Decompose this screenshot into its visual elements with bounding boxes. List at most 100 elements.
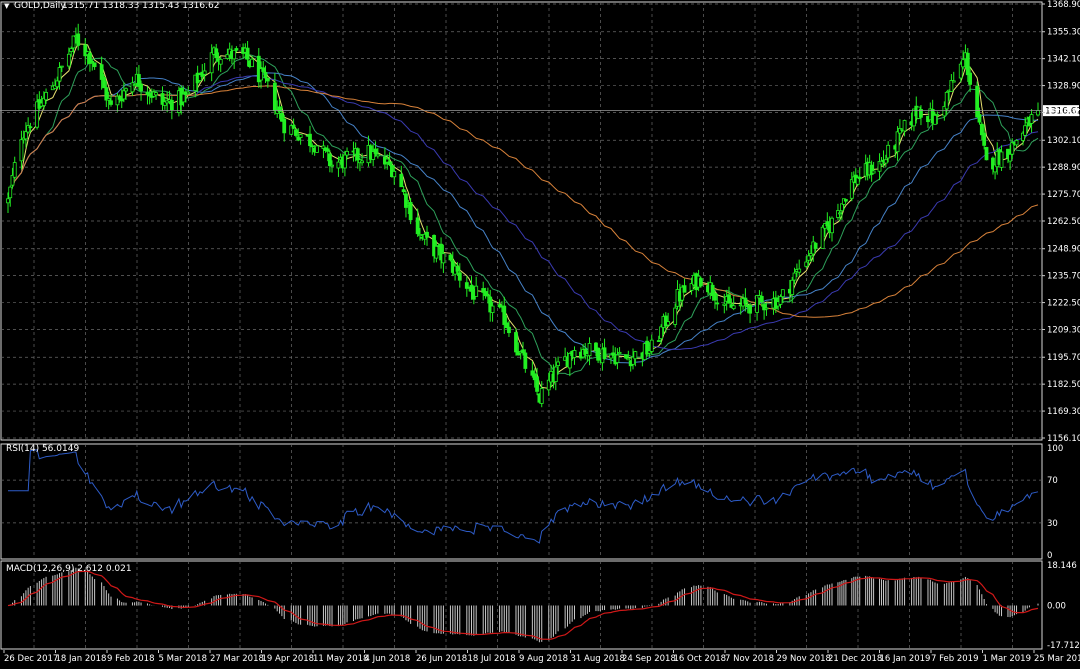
candle-body [232, 49, 237, 60]
candle-body [965, 52, 970, 76]
candle-body [325, 148, 330, 152]
candle-body [804, 261, 809, 267]
candle-body [1014, 140, 1019, 146]
price-axis-label: 1195.70 [1047, 353, 1080, 363]
time-axis-label: 27 Mar 2018 [210, 654, 264, 664]
candlesticks[interactable] [6, 23, 1040, 408]
candle-body [778, 296, 783, 305]
price-axis-label: 1368.90 [1047, 0, 1080, 10]
candle-body [263, 72, 268, 79]
candle-body [843, 199, 848, 202]
candle-body [330, 164, 334, 167]
moving-average-line [7, 75, 1039, 350]
candle-body [8, 186, 13, 199]
candle-body [830, 217, 834, 234]
chart-canvas[interactable]: 1316.62 1368.901355.301342.101328.901315… [0, 0, 1080, 665]
candle-body [838, 212, 842, 215]
rsi-title: RSI(14) 56.0149 [6, 444, 79, 454]
candle-body [265, 77, 270, 82]
candle-body [69, 48, 74, 52]
macd-title: MACD(12,26,9) 2.612 0.021 [6, 564, 132, 574]
time-axis-label: 18 Jan 2018 [56, 654, 107, 664]
candle-body [186, 91, 191, 95]
candle-body [181, 93, 186, 103]
macd-axis-label: -17.712 [1047, 641, 1080, 651]
candle-body [12, 162, 17, 178]
price-axis-label: 1156.10 [1047, 434, 1080, 444]
candle-body [132, 84, 137, 87]
candle-body [342, 154, 347, 169]
price-axis-label: 1288.90 [1047, 163, 1080, 173]
rsi-indicator [1, 449, 1042, 544]
symbol-menu-icon[interactable]: ▼ [4, 2, 10, 10]
candle-body [713, 292, 717, 301]
time-axis-label: 25 Mar 2019 [1034, 654, 1080, 664]
candle-body [587, 343, 592, 357]
candle-body [336, 161, 341, 169]
candle-body [55, 80, 60, 88]
time-axis-label: 9 Aug 2018 [519, 654, 568, 664]
moving-average-line [7, 85, 1039, 318]
candle-body [44, 92, 48, 101]
candle-body [617, 351, 622, 354]
rsi-axis-label: 30 [1047, 519, 1058, 529]
candle-body [883, 159, 888, 164]
candle-body [119, 98, 124, 102]
candle-body [1029, 114, 1034, 124]
candle-body [673, 307, 678, 325]
time-axis-label: 16 Oct 2018 [674, 654, 727, 664]
price-axis-label: 1169.30 [1047, 407, 1080, 417]
candle-body [169, 99, 174, 111]
price-axis-label: 1209.30 [1047, 326, 1080, 336]
candle-body [759, 295, 764, 303]
candle-body [209, 52, 214, 74]
candle-body [214, 48, 219, 59]
candle-body [57, 67, 62, 82]
time-axis: 26 Dec 201718 Jan 2018 9 Feb 2018 5 Mar 20… [3, 650, 1080, 664]
time-axis-label: 29 Nov 2018 [777, 654, 831, 664]
candle-body [722, 303, 727, 306]
trading-chart[interactable]: 1316.62 1368.90 1355.30 1342.10 1328.90 1315… [0, 0, 1080, 665]
candle-body [387, 161, 392, 165]
candle-body [933, 114, 937, 125]
candle-body [857, 176, 862, 180]
panel-frame [0, 443, 1043, 560]
time-axis-label: 7 Nov 2018 [725, 654, 774, 664]
time-axis-label: 9 Feb 2018 [107, 654, 155, 664]
candle-body [521, 349, 525, 353]
candle-body [106, 98, 111, 101]
macd-indicator [7, 567, 1039, 643]
candle-body [806, 255, 811, 261]
time-axis-label: 31 Aug 2018 [571, 654, 625, 664]
candle-body [602, 347, 607, 359]
time-axis-label: 24 Sep 2018 [622, 654, 676, 664]
candle-body [291, 124, 296, 129]
time-axis-label: 18 Jul 2018 [468, 654, 516, 664]
price-axis-label: 1355.30 [1047, 28, 1080, 38]
candle-body [780, 289, 785, 298]
time-axis-label: 5 Mar 2018 [159, 654, 207, 664]
time-axis-label: 11 May 2018 [313, 654, 368, 664]
candle-body [609, 354, 613, 359]
candle-body [28, 126, 33, 129]
macd-axis: 18.146 0.00 -17.712 [1047, 561, 1080, 651]
candle-body [76, 33, 81, 46]
candle-body [202, 70, 207, 75]
price-axis: 1368.90 1355.30 1342.10 1328.90 1315.70 1302.… [1042, 0, 1080, 444]
price-axis-label: 1275.70 [1047, 190, 1080, 200]
candle-body [797, 268, 802, 273]
candle-body [507, 326, 511, 334]
candle-body [1036, 110, 1040, 116]
candle-body [71, 35, 76, 49]
candle-body [682, 285, 687, 293]
candle-body [261, 67, 266, 72]
candle-body [139, 83, 143, 92]
price-axis-label: 1262.50 [1047, 217, 1080, 227]
candle-body [790, 279, 795, 295]
candle-body [124, 88, 128, 92]
candle-body [310, 145, 315, 148]
candle-body [66, 53, 71, 67]
candle-body [399, 173, 404, 188]
candle-body [448, 254, 453, 261]
candle-body [624, 354, 628, 359]
